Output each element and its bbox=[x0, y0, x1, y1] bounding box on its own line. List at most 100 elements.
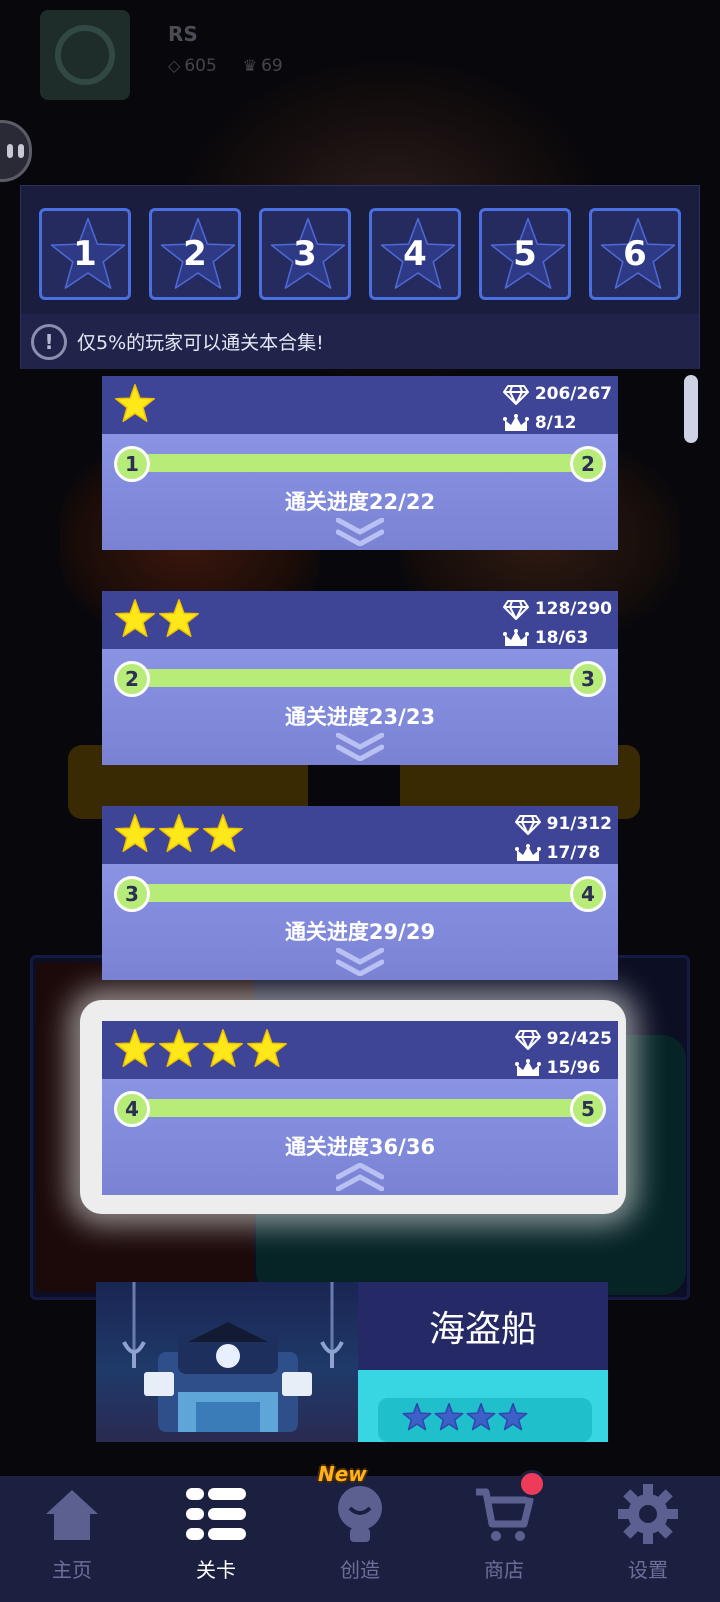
progress-text: 通关进度36/36 bbox=[284, 1135, 436, 1159]
card-header: 92/425 15/96 bbox=[102, 1021, 618, 1079]
nav-label: 关卡 bbox=[196, 1558, 236, 1582]
list-icon bbox=[184, 1482, 248, 1550]
card-stats: 92/425 15/96 bbox=[514, 1025, 612, 1083]
pirate-title-box: 海盗船 bbox=[358, 1282, 608, 1370]
star-icon bbox=[466, 1402, 496, 1437]
card-stars bbox=[114, 814, 244, 856]
progress-end-node: 2 bbox=[570, 446, 606, 482]
crown-icon bbox=[502, 413, 529, 434]
lightbulb-icon bbox=[328, 1482, 392, 1550]
star-icon bbox=[498, 1402, 528, 1437]
diamond-icon bbox=[502, 384, 529, 405]
level-tile-row: 1 2 3 4 5 6 bbox=[39, 208, 681, 300]
nav-list[interactable]: 关卡 bbox=[144, 1476, 288, 1602]
level-selector-panel: 1 2 3 4 5 6 ! 仅5%的玩家可以通关本合集! bbox=[20, 185, 700, 369]
notification-dot bbox=[518, 1470, 546, 1498]
crown-icon bbox=[514, 1058, 541, 1079]
progress-start-node: 1 bbox=[114, 446, 150, 482]
card-header: 91/312 17/78 bbox=[102, 806, 618, 864]
card-stats: 206/267 8/12 bbox=[502, 380, 612, 438]
star-icon bbox=[246, 1029, 288, 1071]
star-icon bbox=[158, 599, 200, 641]
nav-cart[interactable]: 商店 bbox=[432, 1470, 576, 1602]
diamond-icon: ◇ bbox=[168, 56, 181, 75]
diamond-icon bbox=[502, 599, 529, 620]
progress-bar-fill bbox=[130, 669, 590, 687]
card-header: 206/267 8/12 bbox=[102, 376, 618, 434]
progress-text: 通关进度29/29 bbox=[284, 920, 436, 944]
diamond-icon bbox=[514, 814, 541, 835]
level-tile-4[interactable]: 4 bbox=[369, 208, 461, 300]
pirate-title: 海盗船 bbox=[428, 1309, 537, 1350]
notice-bar: ! 仅5%的玩家可以通关本合集! bbox=[21, 314, 699, 369]
notice-text: 仅5%的玩家可以通关本合集! bbox=[77, 332, 324, 354]
progress-bar: 2 3 bbox=[114, 661, 606, 697]
nav-gear[interactable]: 设置 bbox=[576, 1476, 720, 1602]
star-icon bbox=[114, 814, 156, 856]
progress-bar-fill bbox=[130, 454, 590, 472]
chevron-up-icon[interactable] bbox=[335, 1162, 385, 1195]
level-tile-2[interactable]: 2 bbox=[149, 208, 241, 300]
progress-bar: 1 2 bbox=[114, 446, 606, 482]
nav-home[interactable]: 主页 bbox=[0, 1476, 144, 1602]
card-body: 2 3 通关进度23/23 bbox=[102, 649, 618, 765]
profile-crowns: 69 bbox=[261, 56, 283, 76]
card-body: 1 2 通关进度22/22 bbox=[102, 434, 618, 550]
star-icon bbox=[114, 1029, 156, 1071]
star-icon bbox=[202, 814, 244, 856]
chevron-down-icon[interactable] bbox=[335, 947, 385, 980]
crown-icon bbox=[514, 843, 541, 864]
pirate-ship-collection[interactable]: 海盗船 bbox=[96, 1282, 620, 1442]
progress-text: 通关进度22/22 bbox=[284, 490, 436, 514]
nav-lightbulb[interactable]: New 创造 bbox=[288, 1462, 432, 1602]
info-icon: ! bbox=[31, 323, 67, 360]
nav-label: 设置 bbox=[628, 1558, 668, 1582]
level-tile-number: 4 bbox=[403, 234, 427, 274]
card-stats: 91/312 17/78 bbox=[514, 810, 612, 868]
card-stars bbox=[114, 384, 156, 426]
bottom-navigation: 主页 关卡 New 创造 商店 设置 bbox=[0, 1462, 720, 1602]
avatar[interactable] bbox=[40, 10, 130, 100]
crown-icon: ♛ bbox=[242, 56, 258, 75]
card-body: 3 4 通关进度29/29 bbox=[102, 864, 618, 980]
level-tile-5[interactable]: 5 bbox=[479, 208, 571, 300]
card-gem-count: 92/425 bbox=[546, 1029, 612, 1049]
level-tile-6[interactable]: 6 bbox=[589, 208, 681, 300]
scrollbar[interactable] bbox=[684, 375, 698, 443]
card-gem-count: 206/267 bbox=[534, 384, 612, 404]
pirate-difficulty-stars bbox=[378, 1398, 592, 1442]
level-tile-1[interactable]: 1 bbox=[39, 208, 131, 300]
chevron-down-icon[interactable] bbox=[335, 517, 385, 550]
collection-card-4[interactable]: 92/425 15/96 4 5 通关进度36/36 bbox=[102, 1021, 618, 1195]
progress-start-node: 2 bbox=[114, 661, 150, 697]
pirate-ship-image bbox=[96, 1282, 358, 1442]
card-gem-count: 91/312 bbox=[546, 814, 612, 834]
diamond-icon bbox=[514, 1029, 541, 1050]
collection-card-2[interactable]: 128/290 18/63 2 3 通关进度23/23 bbox=[102, 591, 618, 765]
nav-label: 创造 bbox=[340, 1558, 380, 1582]
card-gem-count: 128/290 bbox=[534, 599, 612, 619]
nav-label: 商店 bbox=[484, 1558, 524, 1582]
level-tile-3[interactable]: 3 bbox=[259, 208, 351, 300]
star-icon bbox=[114, 384, 156, 426]
progress-end-node: 4 bbox=[570, 876, 606, 912]
level-tile-number: 6 bbox=[623, 234, 647, 274]
progress-text: 通关进度23/23 bbox=[284, 705, 436, 729]
chevron-down-icon[interactable] bbox=[335, 732, 385, 765]
star-icon bbox=[434, 1402, 464, 1437]
progress-bar-fill bbox=[130, 1099, 590, 1117]
progress-start-node: 3 bbox=[114, 876, 150, 912]
collection-card-3[interactable]: 91/312 17/78 3 4 通关进度29/29 bbox=[102, 806, 618, 980]
star-icon bbox=[202, 1029, 244, 1071]
collection-card-1[interactable]: 206/267 8/12 1 2 通关进度22/22 bbox=[102, 376, 618, 550]
star-icon bbox=[158, 814, 200, 856]
progress-bar: 4 5 bbox=[114, 1091, 606, 1127]
progress-start-node: 4 bbox=[114, 1091, 150, 1127]
level-tile-number: 3 bbox=[293, 234, 317, 274]
new-badge: New bbox=[318, 1462, 367, 1486]
card-body: 4 5 通关进度36/36 bbox=[102, 1079, 618, 1195]
profile-gems: 605 bbox=[184, 56, 217, 76]
nav-label: 主页 bbox=[52, 1558, 92, 1582]
star-icon bbox=[114, 599, 156, 641]
progress-bar: 3 4 bbox=[114, 876, 606, 912]
